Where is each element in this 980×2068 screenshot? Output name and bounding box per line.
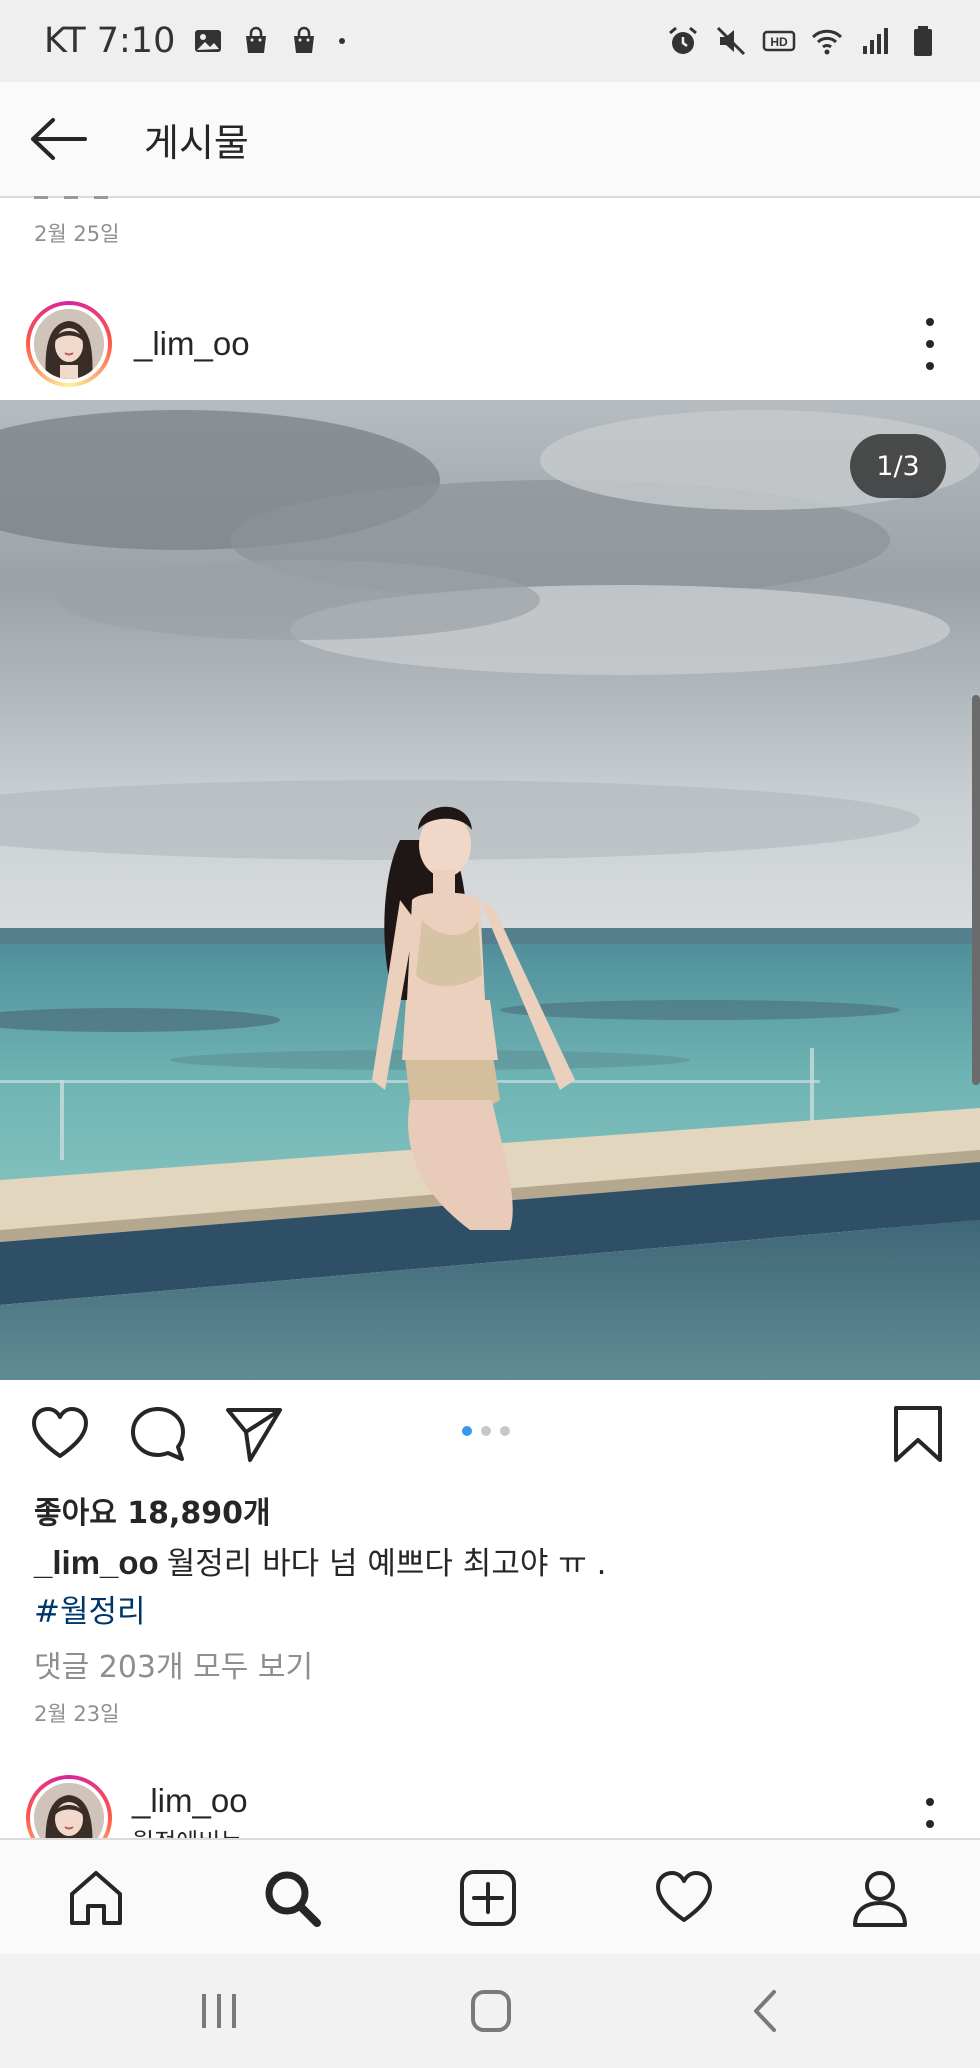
page-title: 게시물: [144, 120, 249, 165]
next-post-username[interactable]: _lim_oo: [132, 1782, 248, 1820]
status-left: KT 7:10: [44, 21, 347, 61]
shopping-bag-icon: [246, 26, 267, 53]
gallery-icon: [195, 30, 222, 52]
more-dot: [926, 340, 934, 348]
wifi-icon: [811, 29, 843, 55]
alarm-icon: [669, 26, 697, 54]
caption-text: 월정리 바다 넘 예쁘다 최고야 ㅠ .: [166, 1546, 607, 1582]
battery-icon: [914, 26, 932, 56]
signal-icon: [863, 28, 888, 54]
status-bar: KT 7:10 HD: [0, 0, 980, 82]
more-dot: [926, 318, 934, 326]
hashtag-link[interactable]: #월정리: [34, 1586, 146, 1631]
likes-count[interactable]: 좋아요 18,890개: [34, 1488, 271, 1532]
recent-apps-icon[interactable]: [194, 1988, 244, 2034]
hd-icon: HD: [762, 30, 796, 52]
back-button[interactable]: [0, 81, 116, 197]
mute-icon: [716, 26, 746, 56]
home-button-icon[interactable]: [466, 1988, 516, 2034]
carousel-page-badge: 1/3: [850, 434, 946, 498]
bookmark-icon[interactable]: [888, 1404, 948, 1464]
view-all-comments-link[interactable]: 댓글 203개 모두 보기: [34, 1642, 313, 1686]
dot-icon: [339, 38, 346, 44]
more-options-button[interactable]: [920, 1798, 940, 1838]
carousel-dot: [500, 1426, 510, 1436]
system-back-icon[interactable]: [742, 1988, 792, 2034]
scrollbar[interactable]: [972, 695, 980, 1085]
previous-post-date: 2월 25일: [34, 222, 120, 246]
next-post-header: _lim_oo 월정에비는: [0, 1774, 980, 1838]
avatar-image: [34, 1783, 104, 1838]
caption-username[interactable]: _lim_oo: [34, 1544, 159, 1581]
share-send-icon[interactable]: [224, 1404, 284, 1464]
post-photo: [0, 400, 980, 1380]
post-header: _lim_oo: [0, 290, 980, 398]
status-right: HD: [666, 24, 940, 58]
comment-icon[interactable]: [128, 1404, 188, 1464]
bottom-nav: [0, 1838, 980, 1954]
post-image[interactable]: 1/3: [0, 400, 980, 1380]
more-dot: [926, 1798, 934, 1806]
caption: _lim_oo 월정리 바다 넘 예쁘다 최고야 ㅠ .: [34, 1538, 606, 1583]
avatar: [30, 1779, 108, 1838]
post-date: 2월 23일: [34, 1702, 120, 1726]
carousel-dots: [462, 1426, 510, 1436]
new-post-icon[interactable]: [458, 1868, 518, 1928]
carousel-dot: [481, 1426, 491, 1436]
previous-post-caption-stub: [34, 196, 114, 199]
more-dot: [926, 362, 934, 370]
svg-text:HD: HD: [770, 35, 788, 49]
carrier-time: KT 7:10: [44, 21, 176, 61]
activity-heart-icon[interactable]: [654, 1868, 714, 1928]
app-header: 게시물: [0, 82, 980, 198]
story-ring[interactable]: [26, 1775, 112, 1838]
avatar-image: [34, 309, 104, 379]
arrow-left-icon: [31, 118, 87, 160]
more-dot: [926, 1820, 934, 1828]
next-post-location[interactable]: 월정에비는: [132, 1822, 242, 1838]
home-icon[interactable]: [66, 1868, 126, 1928]
carousel-dot-active: [462, 1426, 472, 1436]
more-options-button[interactable]: [920, 318, 940, 370]
post-username[interactable]: _lim_oo: [134, 325, 250, 363]
avatar: [30, 305, 108, 383]
system-nav-bar: [0, 1954, 980, 2068]
like-heart-icon[interactable]: [30, 1404, 90, 1464]
profile-icon[interactable]: [850, 1868, 910, 1928]
search-icon[interactable]: [262, 1868, 322, 1928]
shopping-bag-icon: [294, 26, 315, 53]
story-ring[interactable]: [26, 301, 112, 387]
